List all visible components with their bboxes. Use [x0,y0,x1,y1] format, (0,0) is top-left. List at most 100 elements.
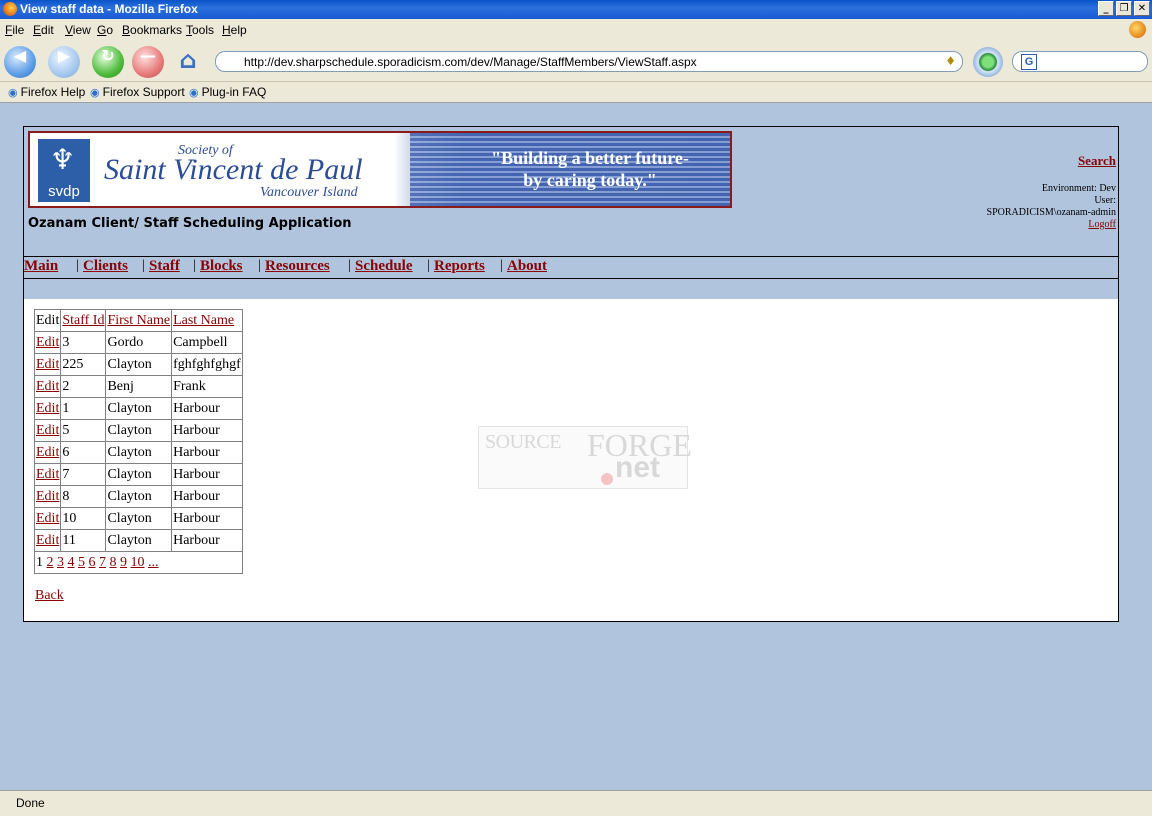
edit-link[interactable]: Edit [36,489,59,504]
reload-button[interactable]: ↻ [92,46,124,78]
bookmark-firefox-help[interactable]: ◉ Firefox Help [8,85,85,99]
staff-id-cell: 11 [60,529,107,552]
pager-link[interactable]: 9 [120,555,127,570]
pager-link[interactable]: 7 [99,555,106,570]
menu-bar: File Edit View Go Bookmarks Tools Help [0,19,1152,41]
staff-id-cell: 1 [60,397,107,420]
svdp-banner: ♆ svdp Society of Saint Vincent de Paul … [28,131,732,208]
edit-cell[interactable]: Edit [33,485,62,508]
sort-first-name-link[interactable]: First Name [107,313,170,328]
edit-link[interactable]: Edit [36,401,59,416]
last-name-cell: Campbell [171,331,243,354]
url-text: http://dev.sharpschedule.sporadicism.com… [244,55,697,69]
menu-view[interactable]: View [65,23,91,37]
nav-blocks[interactable]: Blocks [200,258,243,275]
first-name-cell: Clayton [105,463,173,486]
edit-cell[interactable]: Edit [33,397,62,420]
stop-button[interactable]: — [132,46,164,78]
pager-link[interactable]: 4 [68,555,75,570]
search-input[interactable]: G [1012,51,1148,72]
last-name-cell: Harbour [171,463,243,486]
logoff-link[interactable]: Logoff [1088,219,1116,230]
rss-feed-icon[interactable]: ♦ [945,54,956,68]
edit-cell[interactable]: Edit [33,353,62,376]
edit-link[interactable]: Edit [36,379,59,394]
edit-link[interactable]: Edit [36,533,59,548]
nav-schedule[interactable]: Schedule [355,258,413,275]
first-name-cell: Benj [105,375,173,398]
edit-link[interactable]: Edit [36,445,59,460]
nav-resources[interactable]: Resources [265,258,330,275]
edit-link[interactable]: Edit [36,467,59,482]
staff-id-cell: 225 [60,353,107,376]
stop-icon: — [140,46,156,65]
svdp-emblem-icon: ♆ [50,143,76,176]
home-button[interactable]: ⌂ [172,46,204,78]
nav-main[interactable]: Main [24,258,58,275]
nav-clients[interactable]: Clients [83,258,128,275]
url-bar[interactable]: http://dev.sharpschedule.sporadicism.com… [215,51,963,72]
edit-cell[interactable]: Edit [33,507,62,530]
back-link[interactable]: Back [35,588,64,604]
edit-cell[interactable]: Edit [33,331,62,354]
edit-link[interactable]: Edit [36,357,59,372]
edit-cell[interactable]: Edit [33,463,62,486]
edit-cell[interactable]: Edit [33,529,62,552]
column-header-first-name[interactable]: First Name [105,309,173,332]
menu-edit[interactable]: Edit [33,23,54,37]
minimize-button[interactable]: _ [1098,1,1114,16]
pager-link[interactable]: 6 [89,555,96,570]
bookmark-icon: ◉ [90,86,100,99]
pager-link[interactable]: 3 [57,555,64,570]
edit-cell[interactable]: Edit [33,441,62,464]
table-row: Edit 1 Clayton Harbour [33,397,243,420]
nav-staff[interactable]: Staff [149,258,180,275]
edit-cell[interactable]: Edit [33,419,62,442]
edit-link[interactable]: Edit [36,511,59,526]
menu-file[interactable]: File [5,23,24,37]
pager-link[interactable]: ... [148,555,159,570]
bookmarks-toolbar: ◉ Firefox Help ◉ Firefox Support ◉ Plug-in … [0,82,1152,103]
edit-cell[interactable]: Edit [33,375,62,398]
sort-last-name-link[interactable]: Last Name [173,313,234,328]
nav-reports[interactable]: Reports [434,258,485,275]
column-header-last-name[interactable]: Last Name [171,309,243,332]
menu-help[interactable]: Help [222,23,247,37]
first-name-cell: Clayton [105,441,173,464]
table-row: Edit 10 Clayton Harbour [33,507,243,530]
column-header-staff-id[interactable]: Staff Id [60,309,107,332]
pager: 1 2 3 4 5 6 7 8 9 10 ... [34,551,243,574]
edit-link[interactable]: Edit [36,335,59,350]
pager-link[interactable]: 2 [47,555,54,570]
nav-bottom-divider [24,278,1118,279]
pager-link[interactable]: 10 [131,555,145,570]
menu-bookmarks[interactable]: Bookmarks [122,23,182,37]
menu-go[interactable]: Go [97,23,113,37]
pager-link[interactable]: 8 [110,555,117,570]
page-frame: ♆ svdp Society of Saint Vincent de Paul … [23,126,1119,622]
pager-row: 1 2 3 4 5 6 7 8 9 10 ... [34,551,243,574]
google-icon[interactable]: G [1021,54,1037,70]
last-name-cell: Harbour [171,419,243,442]
forward-button[interactable]: ▶ [48,46,80,78]
nav-separator: | [258,258,261,273]
banner-slogan: "Building a better future- by caring tod… [491,148,689,190]
close-button[interactable]: ✕ [1134,1,1150,16]
first-name-cell: Clayton [105,353,173,376]
nav-about[interactable]: About [507,258,547,275]
restore-button[interactable]: ❐ [1116,1,1132,16]
staff-id-cell: 6 [60,441,107,464]
search-link[interactable]: Search [916,153,1116,169]
bookmark-icon: ◉ [8,86,18,99]
back-button[interactable]: ◀ [4,46,36,78]
menu-tools[interactable]: Tools [186,23,214,37]
firefox-icon [3,2,17,16]
bookmark-firefox-support[interactable]: ◉ Firefox Support [90,85,185,99]
sort-staff-id-link[interactable]: Staff Id [62,313,104,328]
nav-separator: | [348,258,351,273]
go-button[interactable] [973,47,1003,77]
bookmark-plugin-faq[interactable]: ◉ Plug-in FAQ [189,85,266,99]
edit-link[interactable]: Edit [36,423,59,438]
status-bar: Done [0,790,1152,816]
pager-link[interactable]: 5 [78,555,85,570]
